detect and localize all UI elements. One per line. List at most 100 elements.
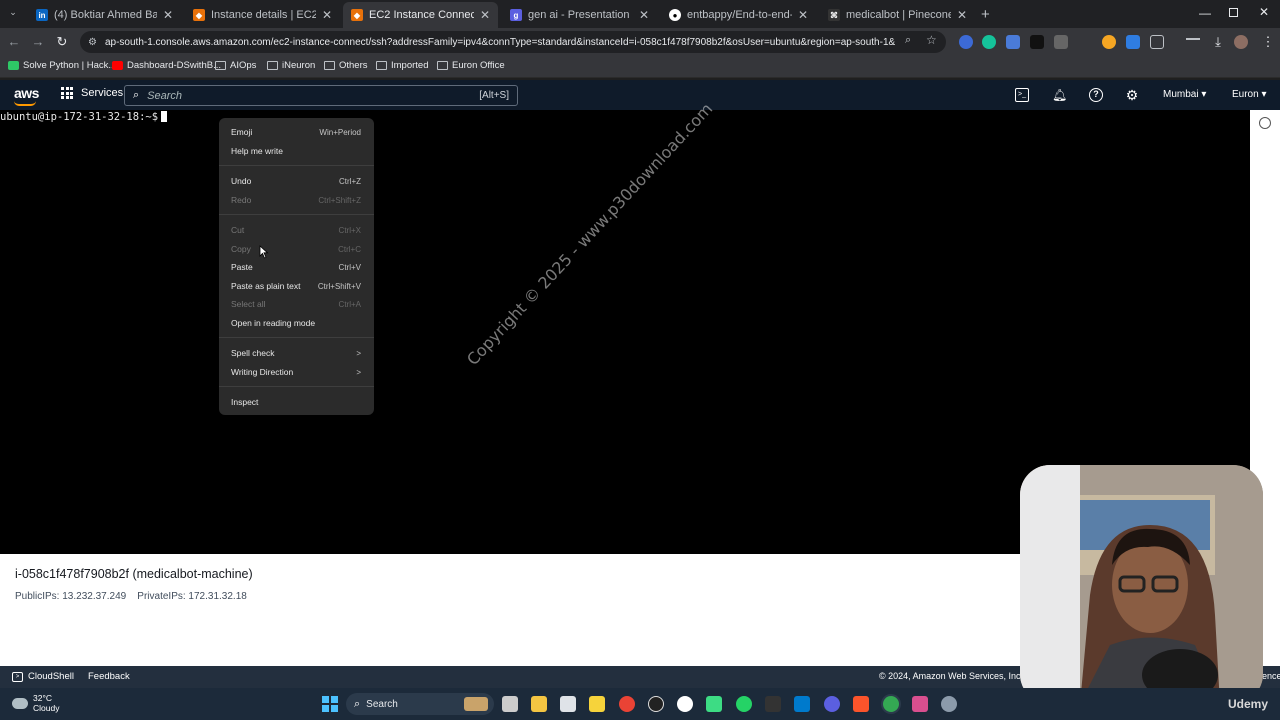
taskbar-search[interactable]: ⌕ Search: [346, 693, 494, 715]
close-icon[interactable]: ✕: [480, 8, 490, 22]
whatsapp-icon[interactable]: [736, 696, 752, 712]
menu-item-inspect[interactable]: Inspect: [219, 393, 374, 411]
extension-icon[interactable]: [959, 35, 973, 49]
extensions-puzzle-icon[interactable]: [1150, 35, 1164, 49]
tab-search-dropdown-icon[interactable]: ⌄: [6, 7, 20, 21]
console-search-input[interactable]: ⌕ Search [Alt+S]: [124, 85, 518, 106]
task-view-icon[interactable]: [502, 696, 518, 712]
new-tab-icon[interactable]: +: [981, 6, 990, 23]
menu-item-shortcut: Ctrl+Shift+V: [317, 281, 361, 291]
menu-item-redo: Redo Ctrl+Shift+Z: [219, 191, 374, 209]
aws-smile-icon: [14, 101, 36, 106]
close-icon[interactable]: ✕: [957, 8, 967, 22]
menu-item-label: Help me write: [231, 146, 283, 156]
bookmark-item[interactable]: Dashboard-DSwithB...: [112, 60, 221, 71]
restore-icon[interactable]: [1229, 8, 1238, 17]
profile-avatar[interactable]: [1234, 35, 1248, 49]
grid-icon: [61, 87, 73, 99]
settings-icon[interactable]: [941, 696, 957, 712]
minimize-icon[interactable]: —: [1199, 6, 1211, 20]
pinecone-icon: ⌘: [828, 9, 840, 21]
terminal-icon[interactable]: [765, 696, 781, 712]
weather-widget[interactable]: 32°C Cloudy: [12, 693, 59, 713]
search-icon: ⌕: [133, 89, 140, 101]
menu-item-undo[interactable]: Undo Ctrl+Z: [219, 172, 374, 190]
menu-item-reading-mode[interactable]: Open in reading mode: [219, 314, 374, 332]
account-menu[interactable]: Euron ▾: [1232, 89, 1266, 100]
presenter-video: [1020, 465, 1263, 704]
file-explorer-icon[interactable]: [531, 696, 547, 712]
bookmark-star-icon[interactable]: ☆: [926, 33, 937, 47]
menu-item-shortcut: Ctrl+A: [338, 299, 361, 309]
menu-item-help-me-write[interactable]: Help me write: [219, 142, 374, 160]
tab-pinecone[interactable]: ⌘ medicalbot | Pinecone Console ✕: [820, 4, 975, 26]
menu-item-emoji[interactable]: Emoji Win+Period: [219, 123, 374, 141]
youtube-icon: [112, 61, 123, 70]
bookmark-item[interactable]: Solve Python | Hack...: [8, 60, 116, 71]
tab-ec2-instance-connect[interactable]: ◆ EC2 Instance Connect ✕: [343, 2, 498, 28]
app-icon[interactable]: [824, 696, 840, 712]
bookmark-folder[interactable]: iNeuron: [267, 60, 315, 71]
grammarly-icon[interactable]: [982, 35, 996, 49]
app-icon[interactable]: [677, 696, 693, 712]
cloudshell-icon[interactable]: >_: [1015, 88, 1029, 102]
footer-link-preferences[interactable]: ences: [1262, 671, 1280, 681]
chatgpt-icon[interactable]: [648, 696, 664, 712]
site-info-icon[interactable]: ⚙: [88, 37, 97, 48]
extension-icon[interactable]: [1054, 35, 1068, 49]
forward-icon[interactable]: →: [30, 34, 46, 50]
back-icon[interactable]: ←: [6, 34, 22, 50]
close-icon[interactable]: ✕: [163, 8, 173, 22]
menu-item-paste[interactable]: Paste Ctrl+V: [219, 258, 374, 276]
chrome-icon[interactable]: [619, 696, 635, 712]
bookmark-folder[interactable]: Euron Office: [437, 60, 505, 71]
tab-github[interactable]: ● entbappy/End-to-end-Medical ✕: [661, 4, 816, 26]
bookmark-folder[interactable]: AIOps: [215, 60, 256, 71]
menu-item-copy: Copy Ctrl+C: [219, 240, 374, 258]
tab-linkedin[interactable]: in (4) Boktiar Ahmed Bappy | Linke ✕: [28, 4, 181, 26]
address-bar[interactable]: ⚙ ap-south-1.console.aws.amazon.com/ec2-…: [80, 31, 946, 53]
bookmark-folder[interactable]: Others: [324, 60, 368, 71]
cloudshell-button[interactable]: > CloudShell: [12, 671, 74, 682]
windows-start-icon[interactable]: [322, 696, 338, 712]
tab-gen-ai-presentation[interactable]: g gen ai - Presentation ✕: [502, 4, 657, 26]
media-player-icon[interactable]: [706, 696, 722, 712]
reload-icon[interactable]: ↻: [54, 34, 70, 50]
window-close-icon[interactable]: ✕: [1259, 5, 1269, 19]
close-icon[interactable]: ✕: [798, 8, 808, 22]
menu-kebab-icon[interactable]: ⋮: [1260, 34, 1276, 50]
store-icon[interactable]: [560, 696, 576, 712]
vscode-icon[interactable]: [794, 696, 810, 712]
extension-icon[interactable]: [1102, 35, 1116, 49]
tab-search-icon[interactable]: [1186, 38, 1200, 46]
settings-icon[interactable]: [1259, 117, 1271, 129]
help-icon[interactable]: ?: [1089, 88, 1103, 102]
translate-icon[interactable]: [1006, 35, 1020, 49]
sticky-notes-icon[interactable]: [589, 696, 605, 712]
linkedin-icon: in: [36, 9, 48, 21]
settings-gear-icon[interactable]: ⚙: [1125, 88, 1139, 102]
copyright-text: © 2024, Amazon Web Services, Inc. or i: [879, 671, 1039, 681]
notifications-bell-icon[interactable]: 🔔︎: [1052, 88, 1067, 102]
terminal-prompt: ubuntu@ip-172-31-32-18:~$: [0, 111, 168, 123]
menu-item-spell-check[interactable]: Spell check >: [219, 344, 374, 362]
extension-icon[interactable]: [1126, 35, 1140, 49]
services-menu-button[interactable]: Services: [61, 87, 123, 99]
extension-icon[interactable]: [1030, 35, 1044, 49]
bookmark-folder[interactable]: Imported: [376, 60, 429, 71]
tab-instance-details[interactable]: ◆ Instance details | EC2 | ap-south ✕: [185, 4, 340, 26]
menu-item-paste-plain[interactable]: Paste as plain text Ctrl+Shift+V: [219, 277, 374, 295]
aws-logo[interactable]: aws: [14, 85, 39, 106]
region-selector[interactable]: Mumbai ▾: [1163, 89, 1206, 100]
folder-icon: [215, 61, 226, 70]
brave-icon[interactable]: [853, 696, 869, 712]
chrome-icon[interactable]: [883, 696, 899, 712]
close-icon[interactable]: ✕: [322, 8, 332, 22]
cloudshell-label: CloudShell: [28, 671, 74, 682]
close-icon[interactable]: ✕: [639, 8, 649, 22]
zoom-icon[interactable]: ⌕: [905, 34, 911, 47]
snipping-tool-icon[interactable]: [912, 696, 928, 712]
menu-item-writing-direction[interactable]: Writing Direction >: [219, 363, 374, 381]
download-icon[interactable]: ⤓: [1210, 34, 1226, 50]
feedback-link[interactable]: Feedback: [88, 671, 130, 682]
